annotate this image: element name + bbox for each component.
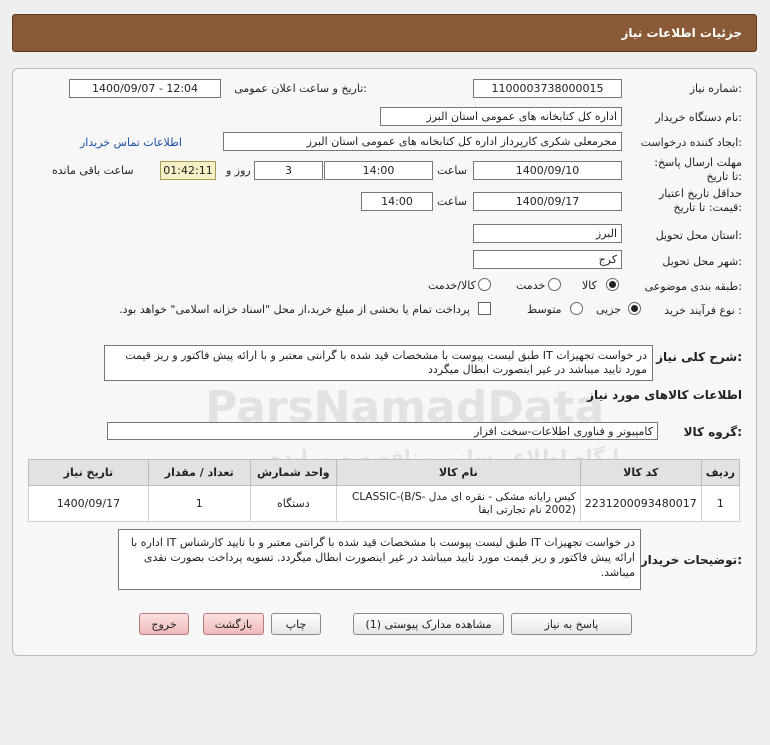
buyer-notes-text: در خواست تجهیزات IT طبق لیست پیوست با مش… <box>118 529 641 590</box>
cell-date: 1400/09/17 <box>28 485 149 522</box>
category-label: طبقه بندی موضوعی: <box>644 280 742 293</box>
category-option-service: خدمت <box>516 279 546 292</box>
goods-table: ردیف کد کالا نام کالا واحد شمارش تعداد /… <box>28 459 741 522</box>
page-title: جزئیات اطلاعات نیاز <box>621 26 742 40</box>
summary-text: در خواست تجهیزات IT طبق لیست پیوست با مش… <box>104 345 653 381</box>
buyer-org-label: نام دستگاه خریدار: <box>655 111 742 124</box>
price-validity-label: حداقل تاریخ اعتبار قیمت: تا تاریخ: <box>658 187 742 214</box>
category-radio-goods-service[interactable] <box>478 278 491 291</box>
col-code: کد کالا <box>579 459 702 486</box>
cell-name: کیس رایانه مشکی - نقره ای مدل CLASSIC-(B… <box>335 485 581 522</box>
city-label: شهر محل تحویل: <box>662 255 742 268</box>
need-number-field: 1100003738000015 <box>473 79 622 98</box>
reply-time-label: ساعت <box>437 164 467 177</box>
category-radio-goods[interactable] <box>606 278 619 291</box>
purchase-option-minor: جزیی <box>596 303 622 316</box>
col-row: ردیف <box>700 459 741 486</box>
announce-label: تاریخ و ساعت اعلان عمومی: <box>234 82 367 95</box>
view-attachments-button[interactable]: مشاهده مدارک پیوستی (1) <box>353 613 504 635</box>
reply-date-field: 1400/09/10 <box>473 161 622 180</box>
buyer-contact-link[interactable]: اطلاعات تماس خریدار <box>80 136 182 149</box>
cell-qty: 1 <box>147 485 251 522</box>
goods-group-label: گروه کالا: <box>683 425 742 439</box>
table-row: 1 2231200093480017 کیس رایانه مشکی - نقر… <box>28 485 741 522</box>
province-field: البرز <box>473 224 622 243</box>
treasury-checkbox[interactable] <box>478 302 491 315</box>
category-option-goods: کالا <box>582 279 597 292</box>
goods-section-title: اطلاعات کالاهای مورد نیاز <box>587 388 742 402</box>
cell-code: 2231200093480017 <box>579 485 702 522</box>
reply-deadline-label: مهلت ارسال پاسخ: تا تاریخ: <box>654 156 742 183</box>
col-date: تاریخ نیاز <box>28 459 149 486</box>
validity-time-field: 14:00 <box>361 192 433 211</box>
reply-button[interactable]: پاسخ به نیاز <box>511 613 632 635</box>
creator-label: ایجاد کننده درخواست: <box>640 136 742 149</box>
summary-label: شرح کلی نیاز: <box>656 350 742 364</box>
col-qty: تعداد / مقدار <box>147 459 251 486</box>
purchase-type-label: نوع فرآیند خرید : <box>664 304 742 317</box>
remaining-time-field: 01:42:11 <box>160 161 216 180</box>
goods-table-header: ردیف کد کالا نام کالا واحد شمارش تعداد /… <box>28 459 741 486</box>
buyer-org-field: اداره کل کتابخانه های عمومی استان البرز <box>380 107 622 126</box>
print-button[interactable]: چاپ <box>271 613 321 635</box>
announce-datetime-field: 1400/09/07 - 12:04 <box>69 79 221 98</box>
days-field: 3 <box>254 161 323 180</box>
days-and-label: روز و <box>226 164 251 177</box>
city-field: کرج <box>473 250 622 269</box>
buyer-notes-label: توضیحات خریدار: <box>640 553 742 567</box>
creator-field: محرمعلی شکری کارپرداز اداره کل کتابخانه … <box>223 132 622 151</box>
col-name: نام کالا <box>335 459 581 486</box>
remaining-label: ساعت باقی مانده <box>52 164 134 177</box>
category-option-goods-service: کالا/خدمت <box>428 279 476 292</box>
category-radio-service[interactable] <box>548 278 561 291</box>
reply-time-field: 14:00 <box>324 161 433 180</box>
need-number-label: شماره نیاز: <box>689 82 742 95</box>
purchase-radio-medium[interactable] <box>570 302 583 315</box>
cell-row: 1 <box>700 485 741 522</box>
exit-button[interactable]: خروج <box>139 613 189 635</box>
purchase-option-medium: متوسط <box>527 303 562 316</box>
cell-unit: دستگاه <box>249 485 337 522</box>
validity-date-field: 1400/09/17 <box>473 192 622 211</box>
purchase-radio-minor[interactable] <box>628 302 641 315</box>
back-button[interactable]: بازگشت <box>203 613 264 635</box>
validity-time-label: ساعت <box>437 195 467 208</box>
payment-note: پرداخت تمام یا بخشی از مبلغ خرید،از محل … <box>119 303 470 316</box>
goods-group-field: کامپیوتر و فناوری اطلاعات-سخت افزار <box>107 422 658 440</box>
page-header: جزئیات اطلاعات نیاز <box>12 14 757 52</box>
province-label: استان محل تحویل: <box>655 229 742 242</box>
col-unit: واحد شمارش <box>249 459 337 486</box>
